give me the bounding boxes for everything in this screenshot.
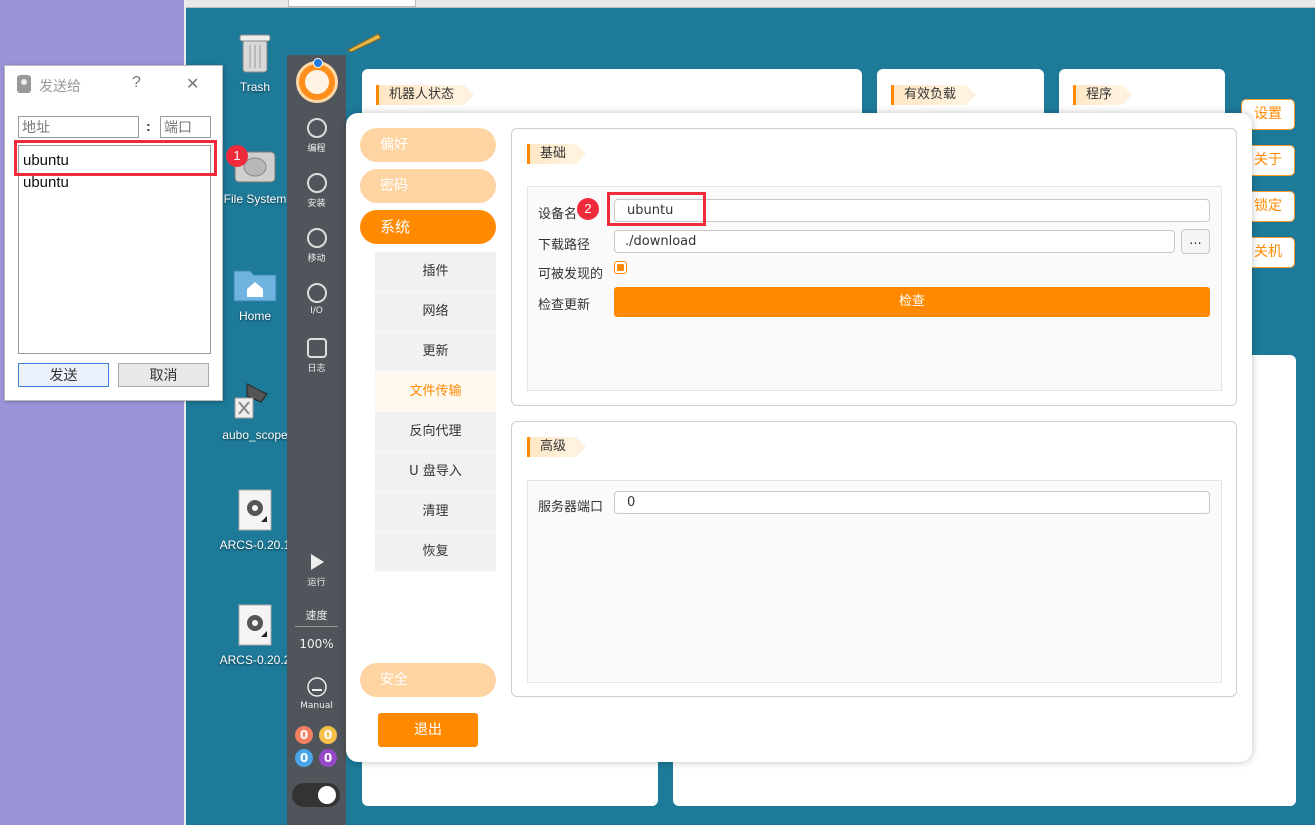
subnav-cleanup[interactable]: 清理 [375,492,496,532]
server-port-label: 服务器端口 [538,500,604,515]
server-port-input[interactable]: 0 [614,491,1210,514]
subnav-reverse-proxy[interactable]: 反向代理 [375,412,496,452]
nav-password[interactable]: 密码 [360,169,496,203]
speed-divider [295,626,338,627]
annotation-box-1 [14,140,217,176]
rail-item-move[interactable]: 移动 [287,228,346,264]
run-button[interactable]: 运行 [287,553,346,588]
basic-card: 基础 设备名 ubuntu 下载路径 ./download ... 可被发现的 … [511,128,1237,406]
counter-yellow: 0 [319,726,337,744]
advanced-card: 高级 服务器端口 0 [511,421,1237,697]
rail-item-label: 移动 [307,254,326,264]
counter-purple: 0 [319,749,337,767]
advanced-card-body: 服务器端口 0 [527,480,1222,683]
advanced-card-title: 高级 [527,437,587,457]
taskbar-tab[interactable] [288,0,416,7]
gear-shortcut-icon [238,489,272,531]
home-folder-icon [233,270,277,302]
gear-shortcut-icon [238,604,272,646]
left-rail: 编程 安装 移动 I/O 日志 运行 速度 100% Manual 0 0 0 … [287,55,346,825]
play-icon [310,554,324,570]
subnav-update[interactable]: 更新 [375,332,496,372]
subnav-network[interactable]: 网络 [375,292,496,332]
help-button[interactable]: ? [132,74,141,92]
discoverable-checkbox[interactable] [614,261,627,274]
rail-item-install[interactable]: 安装 [287,173,346,209]
check-update-label: 检查更新 [538,298,591,313]
rail-item-log[interactable]: 日志 [287,338,346,374]
system-subnav: 插件 网络 更新 文件传输 反向代理 U 盘导入 清理 恢复 [375,252,496,572]
basic-card-title: 基础 [527,144,587,164]
bottom-panel-left [362,762,658,806]
rail-item-program[interactable]: 编程 [287,118,346,154]
exit-button[interactable]: 退出 [378,713,478,747]
dialog-title: 发送给 [39,78,81,94]
cancel-button[interactable]: 取消 [118,363,209,387]
logo-emblem-icon [305,70,329,94]
power-toggle-knob [316,784,338,806]
download-path-label: 下载路径 [538,238,591,253]
send-button[interactable]: 发送 [18,363,109,387]
mode-label: Manual [300,701,333,711]
list-item[interactable]: ubuntu [23,174,69,191]
pencil-icon [347,33,382,52]
address-input[interactable]: 地址 [18,116,139,138]
rail-item-label: 编程 [307,144,326,154]
counter-blue: 0 [295,749,313,767]
annotation-box-2 [607,192,706,226]
annotation-badge-2: 2 [577,198,599,220]
app-window-icon [17,75,31,93]
device-name-label: 设备名 [538,207,578,222]
annotation-badge-1: 1 [226,145,248,167]
subnav-usb-import[interactable]: U 盘导入 [375,452,496,492]
subnav-file-transfer[interactable]: 文件传输 [375,372,496,412]
nav-security[interactable]: 安全 [360,663,496,697]
download-path-input[interactable]: ./download [614,230,1175,253]
panel-title: 有效负载 [891,85,977,105]
subnav-plugins[interactable]: 插件 [375,252,496,292]
rail-item-io[interactable]: I/O [287,283,346,316]
run-label: 运行 [307,578,326,588]
check-circle-icon [306,118,327,138]
close-icon[interactable]: ✕ [186,74,199,94]
speed-value[interactable]: 100% [287,637,346,651]
speed-label: 速度 [305,609,328,622]
rail-item-label: I/O [310,306,323,316]
panel-title: 机器人状态 [376,85,475,105]
counter-red: 0 [295,726,313,744]
check-update-button[interactable]: 检查 [614,287,1210,317]
discoverable-label: 可被发现的 [538,267,604,282]
send-to-dialog: 发送给 ? ✕ 地址 : 端口 ubuntu ubuntu 发送 取消 [4,65,223,401]
gear-icon [306,173,327,193]
port-input[interactable]: 端口 [160,116,211,138]
log-icon [306,338,327,358]
nav-preferences[interactable]: 偏好 [360,128,496,162]
bottom-panel-right [673,762,1296,806]
mode-indicator[interactable]: Manual [287,677,346,711]
subnav-restore[interactable]: 恢复 [375,532,496,572]
trash-icon [239,34,271,73]
rail-item-label: 安装 [307,199,326,209]
power-toggle[interactable] [292,783,340,807]
hand-icon [306,677,327,697]
panel-title: 程序 [1073,85,1133,105]
address-port-separator: : [146,118,151,134]
move-icon [306,228,327,248]
nav-system[interactable]: 系统 [360,210,496,244]
rail-item-label: 日志 [307,364,326,374]
host-list: ubuntu ubuntu [18,145,211,354]
io-icon [306,283,327,303]
arm-shortcut-icon [234,383,268,419]
taskbar [186,0,1315,8]
app-logo[interactable] [296,58,338,103]
browse-button[interactable]: ... [1181,229,1210,254]
status-check-icon [313,58,323,68]
io-counters: 0 0 0 0 [295,726,339,768]
settings-modal: 偏好 密码 系统 插件 网络 更新 文件传输 反向代理 U 盘导入 清理 恢复 … [346,113,1252,762]
